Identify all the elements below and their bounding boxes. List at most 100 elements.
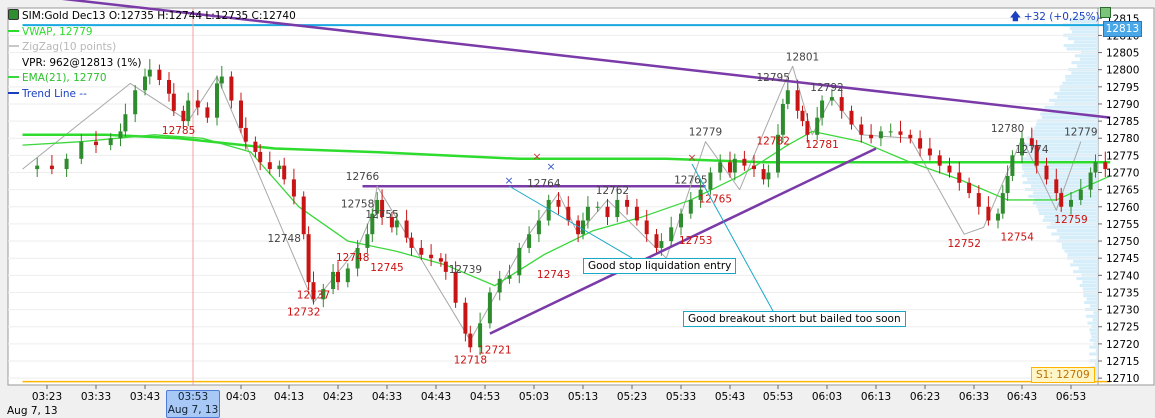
candle-body	[64, 158, 69, 170]
panel-toggle-icon[interactable]	[1100, 7, 1111, 18]
profile-bar	[1076, 64, 1098, 68]
callout-stop-entry[interactable]: Good stop liquidation entry	[583, 258, 737, 274]
candle-body	[742, 158, 747, 166]
profile-bar	[1056, 95, 1098, 99]
x-tick-label: 06:43	[1007, 391, 1037, 403]
profile-bar	[1073, 40, 1098, 44]
profile-bar	[1021, 163, 1098, 168]
candle-body	[815, 117, 820, 135]
candle-body	[253, 141, 258, 152]
candle-body	[394, 220, 399, 228]
crosshair-date: Aug 7, 13	[167, 403, 219, 416]
axis-start-date: Aug 7, 13	[7, 405, 58, 417]
candle-body	[443, 261, 448, 272]
zigzag-label: 12781	[805, 139, 838, 151]
zigzag-label: 12737	[297, 290, 330, 302]
candle-body	[1054, 179, 1059, 194]
candle-body	[1078, 189, 1083, 200]
candle-body	[669, 227, 674, 242]
candle-body	[878, 131, 883, 139]
profile-bar	[1022, 167, 1098, 171]
zigzag-label: 12739	[449, 264, 482, 276]
y-tick-label: 12780	[1106, 133, 1139, 145]
profile-bar	[1051, 232, 1098, 236]
zigzag-label: 12752	[947, 238, 980, 250]
x-tick-label: 04:33	[372, 391, 402, 403]
y-tick-label: 12795	[1106, 82, 1139, 94]
x-tick-label: 06:23	[910, 391, 940, 403]
legend-zigzag[interactable]: ZigZag(10 points)	[8, 40, 296, 56]
profile-bar	[1074, 54, 1098, 58]
candle-body	[1059, 193, 1064, 207]
profile-bar	[1022, 181, 1098, 185]
x-tick-label: 05:33	[666, 391, 696, 403]
candle-body	[976, 193, 981, 207]
candle-body	[805, 121, 810, 135]
candle-body	[1005, 175, 1010, 194]
zigzag-label: 12785	[162, 125, 195, 137]
crosshair-time-tag: 03:53 Aug 7, 13	[166, 390, 220, 418]
zigzag-label: 12766	[346, 171, 380, 183]
candle-body	[404, 220, 409, 238]
profile-bar	[1071, 30, 1098, 34]
candle-body	[205, 107, 210, 118]
zigzag-label: 12801	[786, 51, 819, 63]
callout-breakout[interactable]: Good breakout short but bailed too soon	[683, 311, 906, 327]
candle-body	[820, 100, 825, 118]
profile-bar	[1079, 57, 1098, 61]
profile-bar	[1087, 321, 1098, 325]
candle-body	[267, 162, 272, 170]
candle-body	[487, 292, 492, 324]
profile-bar	[1054, 91, 1098, 96]
candle-body	[634, 206, 639, 221]
profile-bar	[1071, 61, 1098, 65]
legend-vwap[interactable]: VWAP, 12779	[8, 25, 296, 41]
candle-body	[718, 162, 723, 173]
legend-trend[interactable]: Trend Line --	[8, 87, 296, 103]
profile-bar	[1095, 349, 1098, 353]
chart-window: 12785 12732 12748 12737 12748 12758 12755 12745…	[0, 0, 1155, 418]
crosshair-time: 03:53	[177, 391, 209, 403]
candle-body	[708, 172, 713, 190]
x-tick-label: 05:53	[763, 391, 793, 403]
candle-body	[1069, 199, 1073, 207]
candle-body	[468, 333, 473, 348]
zigzag-swatch-icon	[8, 45, 19, 47]
profile-bar	[1073, 270, 1098, 274]
legend-vpr[interactable]: VPR: 962@12813 (1%)	[8, 56, 296, 72]
candle-body	[291, 179, 296, 197]
zigzag-label: 12721	[478, 344, 511, 356]
candle-body	[438, 258, 443, 262]
candle-body	[1044, 165, 1049, 180]
profile-bar	[1062, 81, 1098, 85]
y-tick-label: 12770	[1106, 168, 1139, 180]
profile-bar	[1086, 297, 1098, 301]
instrument-icon	[8, 9, 19, 20]
profile-bar	[1089, 345, 1098, 349]
profile-bar	[1069, 26, 1098, 30]
profile-bar	[1083, 294, 1098, 298]
profile-bar	[1068, 37, 1098, 41]
legend-ema[interactable]: EMA(21), 12770	[8, 71, 296, 87]
candle-body	[536, 220, 541, 235]
zigzag-label: 12754	[1000, 231, 1034, 243]
candle-body	[849, 110, 854, 125]
candle-body	[79, 141, 84, 159]
zigzag-label: 12732	[287, 307, 320, 319]
y-tick-label: 12740	[1106, 270, 1139, 282]
candle-body	[365, 234, 370, 248]
profile-bar	[1032, 191, 1098, 195]
trade-marker-icon: ×	[532, 150, 541, 163]
candle-body	[659, 241, 664, 248]
candle-body	[118, 131, 123, 139]
zigzag-label: 12753	[679, 235, 712, 247]
profile-bar	[1071, 71, 1098, 75]
y-tick-label: 12805	[1106, 48, 1139, 60]
y-tick-label: 12730	[1106, 305, 1139, 317]
candle-body	[1093, 162, 1098, 173]
legend-title-row: SIM:Gold Dec13 O:12735 H:12744 L:12735 C…	[8, 9, 296, 25]
last-price-tag: 12813	[1102, 21, 1142, 37]
candle-body	[947, 165, 952, 173]
x-tick-label: 04:43	[421, 391, 451, 403]
trade-marker-icon: ×	[504, 174, 513, 187]
